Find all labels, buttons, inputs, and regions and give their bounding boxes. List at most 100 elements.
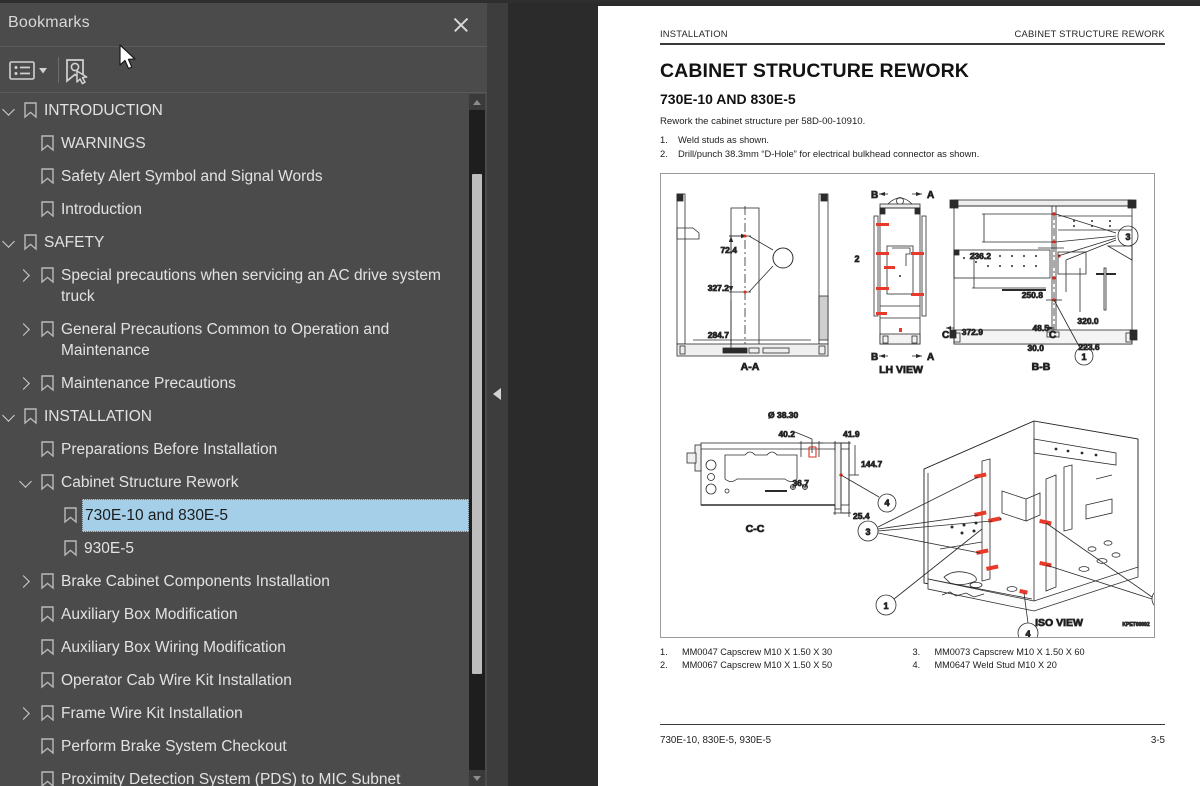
bookmark-item[interactable]: Operator Cab Wire Kit Installation	[0, 664, 487, 697]
bookmark-item[interactable]: Safety Alert Symbol and Signal Words	[0, 160, 487, 193]
chevron-right-icon[interactable]	[17, 367, 37, 400]
part-number: 1.	[660, 646, 668, 657]
bookmark-label: Operator Cab Wire Kit Installation	[61, 672, 292, 689]
bookmark-item[interactable]: INTRODUCTION	[0, 94, 487, 127]
scrollbar-thumb[interactable]	[472, 174, 482, 674]
svg-text:4: 4	[884, 498, 889, 508]
bookmark-item[interactable]: 930E-5	[0, 532, 487, 565]
step-text: Drill/punch 38.3mm “D-Hole” for electric…	[678, 147, 980, 159]
bookmarks-toolbar	[0, 47, 487, 93]
bookmark-item[interactable]: Frame Wire Kit Installation	[0, 697, 487, 730]
bookmark-icon	[37, 313, 59, 346]
page-title: CABINET STRUCTURE REWORK	[660, 59, 969, 82]
bookmark-item[interactable]: Brake Cabinet Components Installation	[0, 565, 487, 598]
header-rule	[660, 43, 1165, 45]
part-description: MM0647 Weld Stud M10 X 20	[934, 659, 1057, 670]
bookmark-item[interactable]: Auxiliary Box Modification	[0, 598, 487, 631]
bookmarks-panel: Bookmarks INTRODUCTION WARNINGS Safety A…	[0, 3, 487, 786]
svg-text:30.0: 30.0	[1027, 343, 1044, 353]
bookmark-label: INSTALLATION	[44, 408, 152, 425]
bookmark-options-button[interactable]	[8, 55, 52, 85]
bookmarks-scrollbar[interactable]	[469, 94, 485, 786]
svg-text:41.9: 41.9	[843, 429, 860, 439]
bookmark-label: Frame Wire Kit Installation	[61, 705, 243, 722]
bookmark-item[interactable]: Proximity Detection System (PDS) to MIC …	[0, 763, 487, 786]
bookmark-item[interactable]: 730E-10 and 830E-5	[0, 499, 487, 532]
chevron-right-icon[interactable]	[17, 313, 37, 346]
part-description: MM0073 Capscrew M10 X 1.50 X 60	[934, 646, 1085, 657]
bookmark-icon	[37, 664, 59, 697]
bookmark-label: Introduction	[61, 201, 142, 218]
twisty-spacer	[17, 664, 37, 697]
collapse-panel-handle[interactable]	[487, 383, 508, 405]
procedure-step: 1. Weld studs as shown.	[660, 134, 1165, 145]
svg-text:A: A	[927, 190, 934, 201]
bookmark-icon	[37, 466, 59, 499]
bookmark-label: WARNINGS	[61, 135, 146, 152]
bookmark-item[interactable]: WARNINGS	[0, 127, 487, 160]
bookmarks-tree[interactable]: INTRODUCTION WARNINGS Safety Alert Symbol …	[0, 94, 487, 786]
parts-legend-row: 2. MM0067 Capscrew M10 X 1.50 X 50	[660, 660, 913, 670]
twisty-spacer	[17, 193, 37, 226]
twisty-spacer	[17, 763, 37, 786]
bookmark-item[interactable]: SAFETY	[0, 226, 487, 259]
chevron-right-icon[interactable]	[17, 565, 37, 598]
svg-text:A-A: A-A	[741, 361, 760, 373]
bookmark-label: Safety Alert Symbol and Signal Words	[61, 168, 323, 185]
pdf-page: INSTALLATION CABINET STRUCTURE REWORK CA…	[598, 6, 1200, 786]
bookmark-item[interactable]: Perform Brake System Checkout	[0, 730, 487, 763]
bookmark-icon	[37, 367, 59, 400]
svg-text:25.4: 25.4	[853, 511, 870, 521]
svg-text:284.7: 284.7	[708, 330, 730, 340]
svg-text:48.5: 48.5	[1032, 323, 1049, 333]
bookmark-label: General Precautions Common to Operation …	[61, 321, 390, 359]
svg-text:B-B: B-B	[1032, 361, 1051, 373]
runhead-left: INSTALLATION	[660, 28, 728, 39]
chevron-down-icon[interactable]	[0, 94, 20, 127]
chevron-right-icon[interactable]	[17, 259, 37, 292]
chevron-down-icon[interactable]	[0, 226, 20, 259]
chevron-down-icon[interactable]	[17, 466, 37, 499]
svg-text:C: C	[942, 330, 949, 341]
scroll-up-arrow-icon[interactable]	[469, 94, 485, 110]
bookmark-icon	[60, 532, 82, 565]
svg-text:A: A	[927, 352, 934, 363]
bookmark-item[interactable]: Preparations Before Installation	[0, 433, 487, 466]
bookmark-icon	[20, 400, 42, 433]
bookmark-icon	[37, 160, 59, 193]
bookmark-item[interactable]: Introduction	[0, 193, 487, 226]
svg-text:B: B	[871, 352, 878, 363]
bookmark-label: Maintenance Precautions	[61, 375, 236, 392]
parts-legend: 1. MM0047 Capscrew M10 X 1.50 X 30 2. MM006…	[660, 647, 1165, 673]
svg-text:236.2: 236.2	[970, 251, 992, 261]
bookmark-label: Auxiliary Box Wiring Modification	[61, 639, 286, 656]
svg-text:36.7: 36.7	[792, 478, 809, 488]
chevron-left-icon	[493, 388, 501, 400]
bookmark-icon	[37, 598, 59, 631]
bookmark-item[interactable]: Special precautions when servicing an AC…	[0, 259, 487, 313]
svg-text:372.9: 372.9	[962, 327, 984, 337]
twisty-spacer	[40, 499, 60, 532]
bookmark-item[interactable]: Maintenance Precautions	[0, 367, 487, 400]
twisty-spacer	[17, 127, 37, 160]
chevron-down-icon[interactable]	[0, 400, 20, 433]
bookmark-item[interactable]: General Precautions Common to Operation …	[0, 313, 487, 367]
svg-text:3: 3	[1125, 232, 1130, 242]
svg-text:40.2: 40.2	[778, 429, 795, 439]
bookmark-icon	[37, 631, 59, 664]
close-icon[interactable]	[449, 13, 473, 37]
bookmark-item[interactable]: INSTALLATION	[0, 400, 487, 433]
bookmark-item[interactable]: Cabinet Structure Rework	[0, 466, 487, 499]
scroll-down-arrow-icon[interactable]	[469, 770, 485, 786]
svg-text:Ø 38.30: Ø 38.30	[768, 410, 799, 420]
bookmark-item[interactable]: Auxiliary Box Wiring Modification	[0, 631, 487, 664]
footer-models: 730E-10, 830E-5, 930E-5	[660, 735, 772, 747]
new-bookmark-button[interactable]	[58, 55, 98, 85]
svg-text:ISO VIEW: ISO VIEW	[1035, 617, 1083, 629]
svg-text:KPET00002: KPET00002	[1122, 622, 1149, 628]
part-description: MM0067 Capscrew M10 X 1.50 X 50	[682, 659, 833, 670]
bookmark-label: Preparations Before Installation	[61, 441, 278, 458]
bookmark-label: 930E-5	[84, 540, 134, 557]
chevron-right-icon[interactable]	[17, 697, 37, 730]
step-number: 2.	[660, 147, 668, 159]
